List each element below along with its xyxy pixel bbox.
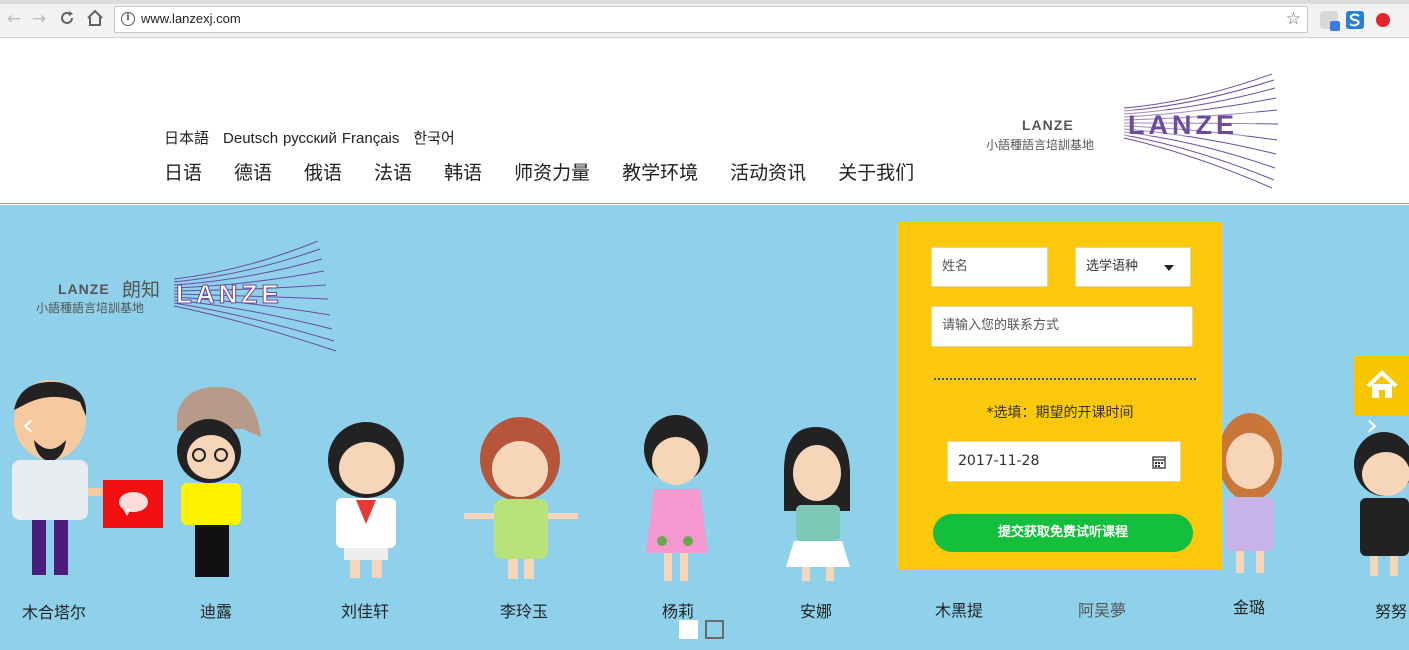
bookmark-star-icon[interactable]: ☆ — [1286, 9, 1301, 29]
date-input-value: 2017-11-28 — [958, 453, 1040, 469]
calendar-icon[interactable] — [1152, 455, 1166, 469]
preferred-time-label: *选填：期望的开课时间 — [986, 405, 1134, 421]
teacher-name: 木黑提 — [935, 601, 984, 620]
language-select-value: 选学语种 — [1086, 259, 1139, 274]
extension-puzzle-icon[interactable] — [1320, 11, 1340, 31]
nav-item-teachers[interactable]: 师资力量 — [514, 158, 590, 185]
teacher-name: 刘佳轩 — [341, 602, 390, 621]
teacher-avatar — [12, 380, 108, 575]
lang-link-japanese[interactable]: 日本語 — [164, 130, 209, 147]
free-trial-form: 姓名 选学语种 请输入您的联系方式 *选填：期望的开课时间 2017-11-28… — [898, 222, 1222, 570]
teacher-avatar — [784, 427, 850, 581]
teacher-figure-10[interactable] — [1348, 430, 1409, 584]
teacher-figure-9[interactable] — [1212, 413, 1292, 582]
teacher-name: 木合塔尔 — [22, 603, 87, 622]
home-icon — [1366, 370, 1398, 398]
nav-item-german[interactable]: 德语 — [234, 158, 272, 185]
header-logo[interactable]: LANZE 小語種語言培訓基地 LANZE — [984, 72, 1284, 192]
language-select[interactable]: 选学语种 — [1075, 247, 1191, 287]
hero-banner: LANZE 朗知 小語種語言培訓基地 LANZE 木合塔尔 迪露 刘佳轩 李玲玉… — [0, 205, 1409, 650]
home-floating-button[interactable] — [1354, 356, 1409, 416]
teacher-name: 安娜 — [800, 602, 833, 621]
lang-link-korean[interactable]: 한국어 — [413, 130, 454, 147]
site-header: 日本語 Deutsch русский Français 한국어 日语 德语 俄语 法语 韩语 师… — [0, 38, 1409, 204]
carousel-dot-1[interactable] — [679, 620, 698, 639]
submit-button[interactable]: 提交获取免费试听课程 — [933, 514, 1193, 552]
home-icon — [87, 9, 103, 26]
nav-item-japanese[interactable]: 日语 — [164, 158, 202, 185]
back-button[interactable]: ← — [4, 9, 24, 29]
banner-logo-tagline: 小語種語言培訓基地 — [36, 301, 145, 315]
tab-strip — [0, 0, 1409, 4]
nav-item-russian[interactable]: 俄语 — [304, 158, 342, 185]
nav-item-news[interactable]: 活动资讯 — [730, 158, 806, 185]
teacher-name: 金璐 — [1233, 598, 1266, 617]
reload-button[interactable] — [57, 9, 77, 29]
banner-logo-brand-cn: 朗知 — [122, 279, 161, 301]
home-button[interactable] — [85, 9, 105, 29]
banner-logo: LANZE 朗知 小語種語言培訓基地 LANZE — [34, 241, 344, 353]
teacher-name: 努努 — [1375, 602, 1408, 621]
language-switcher: 日本語 Deutsch русский Français 한국어 — [164, 127, 469, 148]
slider-prev-arrow[interactable]: ‹ — [22, 408, 34, 443]
teacher-avatar — [328, 422, 404, 578]
extension-s-icon[interactable] — [1346, 11, 1364, 29]
form-divider — [934, 378, 1196, 380]
nav-item-about[interactable]: 关于我们 — [838, 158, 914, 185]
teacher-name: 迪露 — [200, 602, 233, 621]
nav-item-french[interactable]: 法语 — [374, 158, 412, 185]
teacher-figure-4[interactable] — [462, 417, 582, 586]
name-input[interactable]: 姓名 — [931, 247, 1048, 287]
lang-link-russian[interactable]: русский — [283, 130, 337, 147]
teacher-name: 阿吴夢 — [1078, 601, 1127, 620]
address-bar[interactable]: i www.lanzexj.com ☆ — [114, 6, 1308, 33]
teacher-figure-3[interactable] — [320, 420, 420, 584]
url-text[interactable]: www.lanzexj.com — [141, 11, 241, 26]
nav-item-korean[interactable]: 韩语 — [444, 158, 482, 185]
forward-button[interactable]: → — [29, 9, 49, 29]
lang-link-german[interactable]: Deutsch — [223, 130, 278, 147]
teacher-name: 李玲玉 — [500, 602, 549, 621]
logo-tagline: 小語種語言培訓基地 — [986, 138, 1095, 152]
main-nav: 日语 德语 俄语 法语 韩语 师资力量 教学环境 活动资讯 关于我们 — [164, 158, 946, 185]
teacher-name: 杨莉 — [662, 602, 695, 621]
contact-input[interactable]: 请输入您的联系方式 — [931, 306, 1193, 347]
carousel-dot-2[interactable] — [705, 620, 724, 639]
date-input[interactable]: 2017-11-28 — [947, 441, 1181, 482]
teacher-avatar — [464, 417, 578, 579]
teacher-avatar — [644, 415, 708, 581]
browser-toolbar: ← → i www.lanzexj.com ☆ — [0, 0, 1409, 38]
nav-item-environment[interactable]: 教学环境 — [622, 158, 698, 185]
teacher-figure-6[interactable] — [776, 427, 866, 586]
logo-brand-small: LANZE — [1022, 117, 1074, 133]
info-icon[interactable]: i — [121, 12, 135, 26]
logo-brand-big: LANZE — [1128, 110, 1238, 140]
teacher-avatar — [1218, 413, 1282, 573]
teacher-avatar — [177, 386, 261, 577]
teacher-avatar — [1354, 432, 1409, 576]
chat-button[interactable] — [103, 480, 163, 528]
teacher-figure-2[interactable] — [163, 385, 268, 584]
banner-logo-brand-big: LANZE — [176, 279, 283, 310]
teacher-figure-5[interactable] — [642, 415, 722, 589]
chevron-down-icon — [1164, 265, 1174, 271]
extension-red-icon[interactable] — [1374, 11, 1392, 29]
banner-logo-brand-small: LANZE — [58, 281, 110, 297]
lang-link-french[interactable]: Français — [342, 130, 400, 147]
teacher-figure-1[interactable] — [0, 380, 110, 589]
reload-icon — [61, 11, 73, 24]
